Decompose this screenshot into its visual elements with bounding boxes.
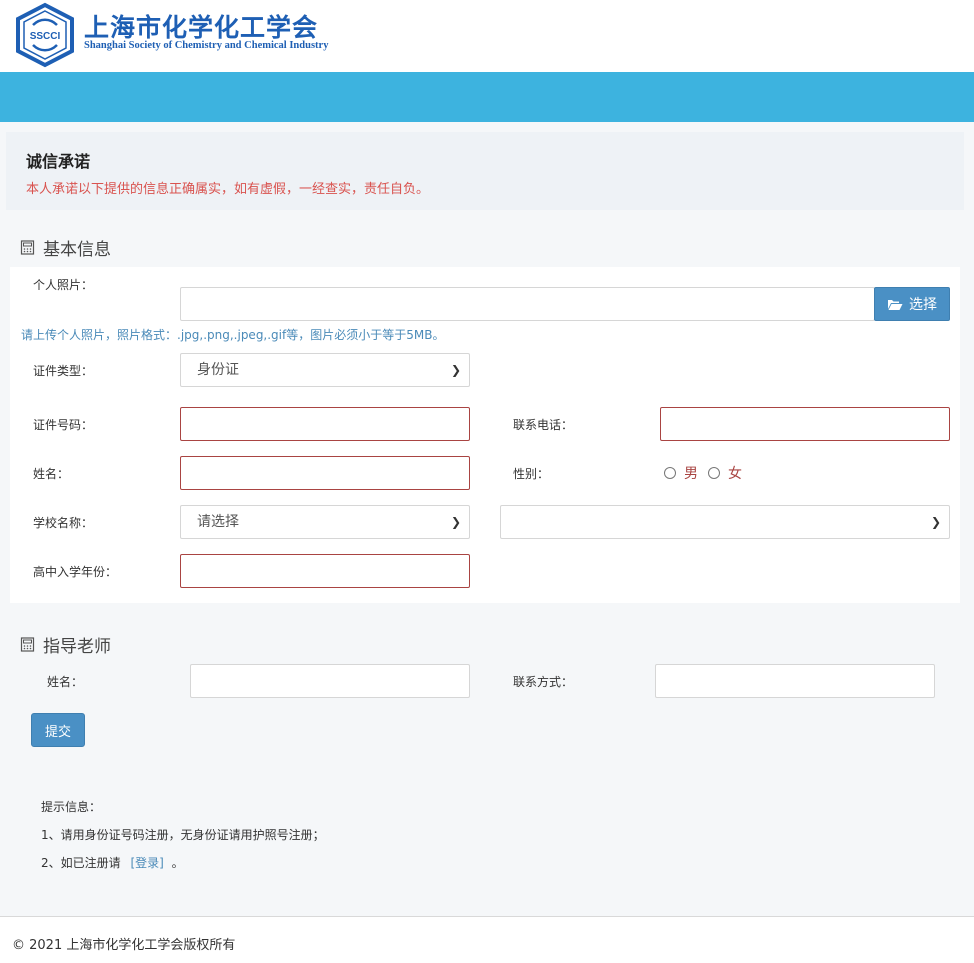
- tips-line-1: 1、请用身份证号码注册，无身份证请用护照号注册；: [41, 828, 325, 842]
- teacher-title: 指导老师: [43, 637, 111, 657]
- tips-line-2-prefix: 2、如已注册请: [41, 856, 121, 870]
- photo-hint: 请上传个人照片，照片格式：.jpg,.png,.jpeg,.gif等，图片必须小…: [21, 328, 445, 342]
- school-district-select[interactable]: 请选择 ❯: [180, 505, 470, 539]
- logo-org-name-cn: 上海市化学化工学会: [84, 13, 319, 42]
- logo-icon: SSCCI: [16, 2, 74, 68]
- chevron-down-icon: ❯: [930, 515, 941, 529]
- gender-radio-group: 男 女: [664, 463, 752, 483]
- pledge-title: 诚信承诺: [26, 152, 91, 171]
- school-select-value: 请选择: [197, 514, 239, 530]
- teacher-contact-label: 联系方式：: [513, 675, 574, 689]
- chevron-down-icon: ❯: [450, 515, 461, 529]
- enroll-year-label: 高中入学年份：: [33, 565, 118, 579]
- tips-heading: 提示信息：: [41, 800, 102, 814]
- tips-line-2: 2、如已注册请 [登录] 。: [41, 854, 184, 871]
- gender-option-female[interactable]: 女: [708, 463, 742, 483]
- teacher-name-label: 姓名：: [47, 675, 84, 689]
- site-header: SSCCI 上海市化学化工学会 Shanghai Society of Chem…: [0, 0, 974, 72]
- id-type-select[interactable]: 身份证 ❯: [180, 353, 470, 387]
- id-number-input[interactable]: [180, 407, 470, 441]
- calculator-icon: [20, 637, 35, 652]
- photo-path-input[interactable]: [180, 287, 875, 321]
- logo-org-name-en: Shanghai Society of Chemistry and Chemic…: [84, 40, 329, 51]
- gender-female-label: 女: [728, 466, 742, 482]
- basic-info-title: 基本信息: [43, 240, 111, 260]
- id-type-value: 身份证: [197, 362, 239, 378]
- choose-photo-button[interactable]: 选择: [874, 287, 950, 321]
- site-footer: © 2021 上海市化学化工学会版权所有: [0, 917, 974, 963]
- photo-label: 个人照片：: [33, 278, 94, 292]
- school-name-select[interactable]: ❯: [500, 505, 950, 539]
- phone-label: 联系电话：: [513, 418, 574, 432]
- id-number-label: 证件号码：: [33, 418, 94, 432]
- gender-male-label: 男: [684, 466, 698, 482]
- radio-female[interactable]: [708, 467, 720, 479]
- copyright-text: © 2021 上海市化学化工学会版权所有: [12, 938, 236, 953]
- name-label: 姓名：: [33, 467, 70, 481]
- folder-open-icon: [888, 299, 903, 310]
- gender-label: 性别：: [513, 467, 550, 481]
- integrity-pledge: 诚信承诺 本人承诺以下提供的信息正确属实，如有虚假，一经查实，责任自负。: [6, 132, 964, 210]
- chevron-down-icon: ❯: [450, 363, 461, 377]
- tips-line-2-suffix: 。: [171, 856, 184, 870]
- teacher-contact-input[interactable]: [655, 664, 935, 698]
- calculator-icon: [20, 240, 35, 255]
- basic-info-heading: 基本信息: [20, 235, 111, 260]
- phone-input[interactable]: [660, 407, 950, 441]
- name-input[interactable]: [180, 456, 470, 490]
- logo-abbr: SSCCI: [30, 31, 61, 42]
- teacher-name-input[interactable]: [190, 664, 470, 698]
- radio-male[interactable]: [664, 467, 676, 479]
- header-banner: [0, 72, 974, 122]
- teacher-heading: 指导老师: [20, 632, 111, 657]
- gender-option-male[interactable]: 男: [664, 463, 698, 483]
- choose-button-label: 选择: [909, 297, 937, 313]
- enroll-year-input[interactable]: [180, 554, 470, 588]
- submit-button[interactable]: 提交: [31, 713, 85, 747]
- login-link[interactable]: [登录]: [130, 856, 163, 870]
- id-type-label: 证件类型：: [33, 364, 94, 378]
- pledge-text: 本人承诺以下提供的信息正确属实，如有虚假，一经查实，责任自负。: [26, 182, 430, 197]
- school-label: 学校名称：: [33, 516, 94, 530]
